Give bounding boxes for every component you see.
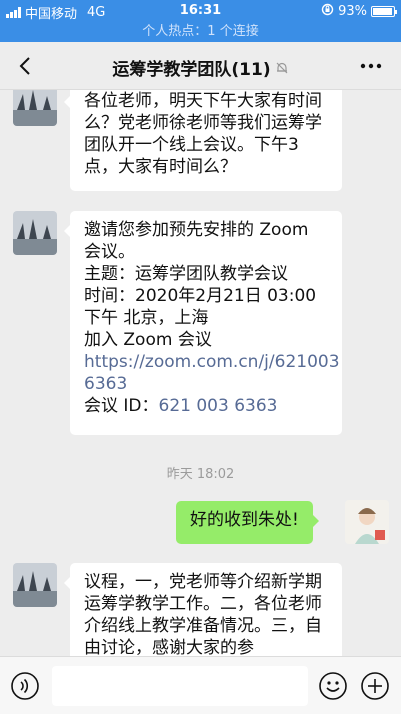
invite-line: 时间：2020年2月21日 03:00 [84, 286, 317, 306]
invite-line: 下午 北京，上海 [84, 308, 209, 328]
battery-percent: 93% [338, 4, 367, 19]
voice-icon[interactable] [10, 671, 40, 701]
timestamp: 昨天 18:02 [166, 467, 235, 482]
message-bubble[interactable]: 邀请您参加预先安排的 Zoom 会议。 主题：运筹学团队教学会议 时间：2020… [64, 211, 342, 435]
message-text: 议程，一，党老师等介绍新学期运筹学教学工作。二，各位老师介绍线上教学准备情况。三… [84, 572, 322, 656]
orientation-lock-icon [321, 3, 334, 20]
input-bar [0, 656, 401, 714]
invite-line: 加入 Zoom 会议 [84, 330, 212, 350]
emoji-icon[interactable] [318, 671, 348, 701]
status-bar: 中国移动 4G 16:31 93% [0, 0, 401, 22]
zoom-link[interactable]: https://zoom.com.cn/j/621003 [84, 351, 340, 373]
avatar[interactable] [13, 211, 57, 255]
mute-bell-icon [275, 60, 289, 80]
nav-bar: 运筹学教学团队(11) [0, 42, 401, 90]
battery-icon [371, 6, 397, 17]
meeting-id-label: 会议 ID： [84, 396, 159, 416]
more-options-icon[interactable] [357, 54, 385, 78]
message-text: 好的收到朱处! [190, 510, 299, 530]
message-bubble[interactable]: 议程，一，党老师等介绍新学期运筹学教学工作。二，各位老师介绍线上教学准备情况。三… [64, 563, 342, 656]
status-right: 93% [321, 3, 397, 20]
message-text: 各位老师，明天下午大家有时间么？党老师徐老师等我们运筹学团队开一个线上会议。下午… [84, 91, 322, 177]
zoom-link-continued[interactable]: 6363 [84, 373, 328, 395]
plus-icon[interactable] [360, 671, 390, 701]
invite-line: 邀请您参加预先安排的 Zoom [84, 220, 309, 240]
avatar[interactable] [13, 90, 57, 126]
message-bubble[interactable]: 各位老师，明天下午大家有时间么？党老师徐老师等我们运筹学团队开一个线上会议。下午… [64, 90, 342, 191]
my-avatar[interactable] [345, 500, 389, 544]
meeting-id-value[interactable]: 621 003 6363 [159, 396, 278, 416]
meeting-id-row: 会议 ID：621 003 6363 [84, 395, 328, 417]
chat-title: 运筹学教学团队(11) [112, 60, 271, 80]
hotspot-banner[interactable]: 个人热点：1 个连接 [0, 22, 401, 42]
invite-line: 主题：运筹学团队教学会议 [84, 264, 288, 284]
chat-title-wrap: 运筹学教学团队(11) [0, 55, 401, 80]
sent-message-bubble[interactable]: 好的收到朱处! [176, 501, 319, 544]
message-input[interactable] [52, 666, 308, 706]
avatar[interactable] [13, 563, 57, 607]
invite-line: 会议。 [84, 242, 135, 262]
chat-area[interactable]: 各位老师，明天下午大家有时间么？党老师徐老师等我们运筹学团队开一个线上会议。下午… [0, 90, 401, 656]
